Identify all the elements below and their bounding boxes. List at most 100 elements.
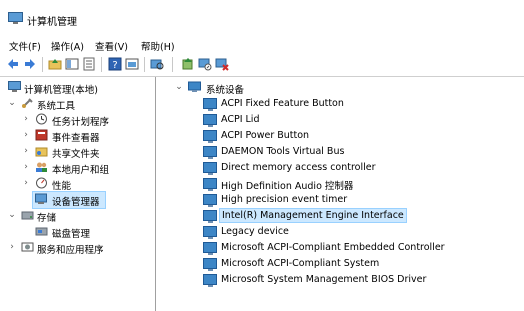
device-item[interactable]: ACPI Power Button bbox=[156, 128, 516, 144]
device-item[interactable]: High precision event timer bbox=[156, 192, 516, 208]
tree-item-services-apps[interactable]: › 服务和应用程序 bbox=[0, 240, 154, 256]
tree-item-storage[interactable]: ⌄ 存储 bbox=[0, 208, 154, 224]
device-item[interactable]: ACPI Fixed Feature Button bbox=[156, 96, 516, 112]
tree-item-task-scheduler[interactable]: › 任务计划程序 bbox=[0, 112, 154, 128]
expand-arrow-icon[interactable]: › bbox=[21, 130, 31, 140]
device-label: Intel(R) Management Engine Interface bbox=[219, 208, 407, 223]
device-icon bbox=[203, 178, 217, 191]
services-apps-icon bbox=[21, 242, 34, 252]
device-item[interactable]: Microsoft System Management BIOS Driver bbox=[156, 272, 516, 288]
device-item[interactable]: Direct memory access controller bbox=[156, 160, 516, 176]
device-label: ACPI Lid bbox=[221, 114, 260, 125]
device-item[interactable]: High Definition Audio 控制器 bbox=[156, 176, 516, 192]
tree-item-label: 服务和应用程序 bbox=[37, 245, 104, 256]
tree-item-local-users[interactable]: › 本地用户和组 bbox=[0, 160, 154, 176]
tree-item-label: 任务计划程序 bbox=[52, 117, 110, 128]
expand-arrow-icon[interactable]: › bbox=[7, 242, 17, 252]
toolbar: ? bbox=[0, 54, 524, 77]
device-icon bbox=[203, 258, 217, 271]
tree-root-label: 计算机管理(本地) bbox=[24, 85, 98, 96]
device-label: Microsoft System Management BIOS Driver bbox=[221, 274, 427, 285]
menu-action[interactable]: 操作(A) bbox=[51, 39, 84, 53]
device-item[interactable]: Microsoft ACPI-Compliant Embedded Contro… bbox=[156, 240, 516, 256]
device-item[interactable]: DAEMON Tools Virtual Bus bbox=[156, 144, 516, 160]
forward-icon[interactable] bbox=[23, 57, 37, 71]
device-icon bbox=[203, 130, 217, 143]
disk-management-icon bbox=[35, 227, 48, 236]
menu-view[interactable]: 查看(V) bbox=[95, 39, 128, 53]
window-title: 计算机管理 bbox=[27, 17, 77, 28]
menu-file[interactable]: 文件(F) bbox=[9, 39, 41, 53]
scan-hardware-icon[interactable] bbox=[150, 57, 164, 71]
disable-device-icon[interactable] bbox=[198, 57, 212, 71]
device-icon bbox=[203, 98, 217, 111]
menu-bar: 文件(F) 操作(A) 查看(V) 帮助(H) bbox=[0, 35, 524, 53]
toolbar-separator bbox=[42, 57, 43, 72]
device-icon bbox=[203, 274, 217, 287]
tree-item-performance[interactable]: › 性能 bbox=[0, 176, 154, 192]
event-viewer-icon bbox=[35, 129, 48, 141]
console-tree: 计算机管理(本地) ⌄ 系统工具 › 任务计划程序 › 事件查看器 › 共享文件… bbox=[0, 77, 156, 311]
tree-root[interactable]: 计算机管理(本地) bbox=[0, 80, 154, 96]
tree-item-label: 设备管理器 bbox=[52, 197, 100, 208]
update-driver-icon[interactable] bbox=[181, 57, 195, 71]
device-icon bbox=[203, 114, 217, 127]
up-folder-icon[interactable] bbox=[48, 57, 62, 71]
tree-item-label: 系统工具 bbox=[37, 101, 76, 112]
performance-icon bbox=[36, 177, 47, 189]
tree-item-shared-folders[interactable]: › 共享文件夹 bbox=[0, 144, 154, 160]
menu-help[interactable]: 帮助(H) bbox=[141, 39, 175, 53]
back-icon[interactable] bbox=[6, 57, 20, 71]
device-label: ACPI Power Button bbox=[221, 130, 310, 141]
shared-folder-icon bbox=[35, 147, 48, 157]
device-label: DAEMON Tools Virtual Bus bbox=[221, 146, 345, 157]
expand-arrow-icon[interactable]: › bbox=[21, 162, 31, 172]
device-item[interactable]: Legacy device bbox=[156, 224, 516, 240]
computer-management-icon bbox=[8, 12, 23, 24]
tree-item-system-tools[interactable]: ⌄ 系统工具 bbox=[0, 96, 154, 112]
device-label: Microsoft ACPI-Compliant System bbox=[221, 258, 380, 269]
help-icon[interactable]: ? bbox=[108, 57, 122, 71]
tree-item-device-manager[interactable]: 设备管理器 bbox=[32, 191, 106, 209]
tree-item-label: 性能 bbox=[52, 181, 72, 192]
tree-item-event-viewer[interactable]: › 事件查看器 bbox=[0, 128, 154, 144]
device-list-pane: ⌄ 系统设备 ACPI Fixed Feature Button ACPI Li… bbox=[156, 77, 524, 311]
tree-item-label: 本地用户和组 bbox=[52, 165, 110, 176]
device-icon bbox=[203, 242, 217, 255]
device-label: Legacy device bbox=[221, 226, 289, 237]
collapse-arrow-icon[interactable]: ⌄ bbox=[174, 82, 184, 92]
clock-icon bbox=[36, 113, 47, 125]
tree-item-label: 存储 bbox=[37, 213, 57, 224]
users-icon bbox=[36, 162, 47, 172]
device-label: High Definition Audio 控制器 bbox=[221, 181, 354, 192]
toolbar-separator bbox=[144, 57, 145, 72]
toolbar-separator bbox=[101, 57, 102, 72]
tree-item-label: 磁盘管理 bbox=[52, 229, 91, 240]
expand-arrow-icon[interactable]: › bbox=[21, 114, 31, 124]
properties-icon[interactable] bbox=[82, 57, 96, 71]
device-label: High precision event timer bbox=[221, 194, 348, 205]
console-icon[interactable] bbox=[125, 57, 139, 71]
collapse-arrow-icon[interactable]: ⌄ bbox=[7, 210, 17, 220]
expand-arrow-icon[interactable]: › bbox=[21, 178, 31, 188]
device-label: Microsoft ACPI-Compliant Embedded Contro… bbox=[221, 242, 445, 253]
show-hide-tree-icon[interactable] bbox=[65, 57, 79, 71]
title-bar: 计算机管理 bbox=[0, 0, 524, 33]
uninstall-device-icon[interactable] bbox=[215, 57, 229, 71]
device-label: Direct memory access controller bbox=[221, 162, 376, 173]
device-icon bbox=[203, 146, 217, 159]
svg-text:?: ? bbox=[112, 60, 117, 71]
device-icon bbox=[203, 162, 217, 175]
system-tools-icon bbox=[22, 98, 33, 108]
device-item-selected[interactable]: Intel(R) Management Engine Interface bbox=[156, 208, 516, 224]
device-category-system[interactable]: ⌄ 系统设备 bbox=[156, 80, 516, 96]
toolbar-separator bbox=[172, 57, 173, 72]
expand-arrow-icon[interactable]: › bbox=[21, 146, 31, 156]
system-devices-icon bbox=[188, 81, 201, 92]
device-item[interactable]: Microsoft ACPI-Compliant System bbox=[156, 256, 516, 272]
device-icon bbox=[203, 226, 217, 239]
tree-item-disk-management[interactable]: 磁盘管理 bbox=[0, 224, 154, 240]
collapse-arrow-icon[interactable]: ⌄ bbox=[7, 98, 17, 108]
device-category-label: 系统设备 bbox=[206, 85, 245, 96]
device-item[interactable]: ACPI Lid bbox=[156, 112, 516, 128]
